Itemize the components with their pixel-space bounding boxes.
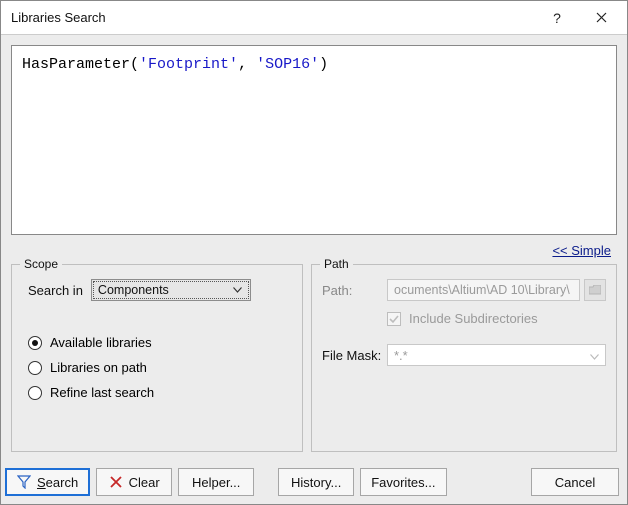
history-button[interactable]: History... xyxy=(278,468,354,496)
chevron-down-icon xyxy=(590,348,599,363)
titlebar: Libraries Search ? xyxy=(1,1,627,35)
favorites-button[interactable]: Favorites... xyxy=(360,468,446,496)
path-value: ocuments\Altium\AD 10\Library\ xyxy=(394,283,570,297)
search-label-initial: S xyxy=(37,475,46,490)
groups: Scope Search in Components Available lib… xyxy=(11,264,617,452)
search-in-combo[interactable]: Components xyxy=(91,279,251,301)
query-arg2: 'SOP16' xyxy=(256,56,319,73)
browse-path-button xyxy=(584,279,606,301)
scope-group: Scope Search in Components Available lib… xyxy=(11,264,303,452)
helper-button[interactable]: Helper... xyxy=(178,468,254,496)
radio-icon xyxy=(28,336,42,350)
cancel-button[interactable]: Cancel xyxy=(531,468,619,496)
scope-radios: Available libraries Libraries on path Re… xyxy=(28,335,292,400)
help-button[interactable]: ? xyxy=(535,3,579,33)
search-label-rest: earch xyxy=(46,475,79,490)
query-input[interactable]: HasParameter('Footprint', 'SOP16') xyxy=(11,45,617,235)
chevron-down-icon xyxy=(229,287,246,293)
path-field: ocuments\Altium\AD 10\Library\ xyxy=(387,279,580,301)
history-label: History... xyxy=(291,475,341,490)
query-fn: HasParameter xyxy=(22,56,130,73)
folder-icon xyxy=(589,285,601,295)
file-mask-value: *.* xyxy=(394,348,408,363)
file-mask-label: File Mask: xyxy=(322,348,387,363)
radio-refine-last-search[interactable]: Refine last search xyxy=(28,385,292,400)
funnel-icon xyxy=(17,475,31,489)
clear-button[interactable]: Clear xyxy=(96,468,172,496)
clear-label: Clear xyxy=(129,475,160,490)
close-button[interactable] xyxy=(579,3,623,33)
query-arg1: 'Footprint' xyxy=(139,56,238,73)
content-area: HasParameter('Footprint', 'SOP16') << Si… xyxy=(1,35,627,462)
include-subdirs-checkbox xyxy=(387,312,401,326)
search-in-value: Components xyxy=(98,283,229,297)
clear-icon xyxy=(109,475,123,489)
cancel-label: Cancel xyxy=(555,475,595,490)
favorites-label: Favorites... xyxy=(371,475,435,490)
helper-label: Helper... xyxy=(192,475,240,490)
scope-legend: Scope xyxy=(20,257,62,271)
simple-link-row: << Simple xyxy=(11,243,617,258)
include-subdirs-row: Include Subdirectories xyxy=(387,311,606,326)
include-subdirs-label: Include Subdirectories xyxy=(409,311,538,326)
path-legend: Path xyxy=(320,257,353,271)
path-group: Path Path: ocuments\Altium\AD 10\Library… xyxy=(311,264,617,452)
radio-icon xyxy=(28,386,42,400)
radio-label: Refine last search xyxy=(50,385,154,400)
simple-mode-link[interactable]: << Simple xyxy=(552,243,611,258)
libraries-search-dialog: Libraries Search ? HasParameter('Footpri… xyxy=(0,0,628,505)
radio-available-libraries[interactable]: Available libraries xyxy=(28,335,292,350)
path-label: Path: xyxy=(322,283,387,298)
button-row: Search Clear Helper... History... Favori… xyxy=(1,462,627,504)
close-icon xyxy=(596,12,607,23)
radio-label: Libraries on path xyxy=(50,360,147,375)
file-mask-combo: *.* xyxy=(387,344,606,366)
radio-libraries-on-path[interactable]: Libraries on path xyxy=(28,360,292,375)
check-icon xyxy=(389,314,399,324)
radio-label: Available libraries xyxy=(50,335,152,350)
radio-icon xyxy=(28,361,42,375)
search-button[interactable]: Search xyxy=(5,468,90,496)
search-in-label: Search in xyxy=(28,283,83,298)
window-title: Libraries Search xyxy=(11,10,535,25)
